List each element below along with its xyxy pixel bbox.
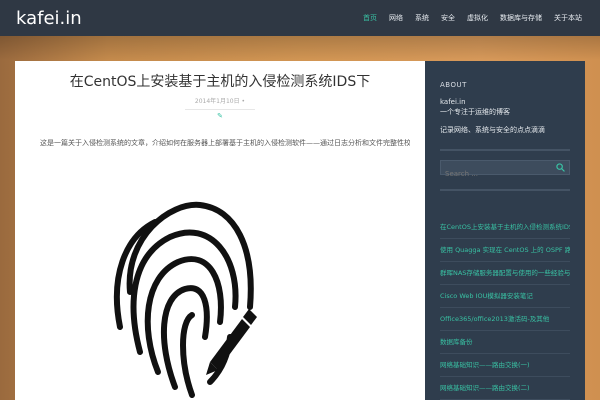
about-line: 记录网络、系统与安全的点点滴滴: [440, 126, 545, 134]
sidebar-divider: [440, 189, 570, 191]
nav-item-system[interactable]: 系统: [415, 13, 429, 23]
pencil-icon: ✎: [217, 112, 223, 120]
recent-post-link[interactable]: 网络基础知识——路由交换(二): [440, 377, 570, 400]
recent-post-link[interactable]: 使用 Quagga 实现在 CentOS 上的 OSPF 路由器: [440, 239, 570, 262]
nav-item-network[interactable]: 网络: [389, 13, 403, 23]
nav-item-home[interactable]: 首页: [363, 13, 377, 23]
recent-post-link[interactable]: 网络基础知识——路由交换(一): [440, 354, 570, 377]
top-navbar: kafei.in 首页 网络 系统 安全 虚拟化 数据库与存储 关于本站: [0, 0, 600, 36]
post-meta-date: 2014年1月10日 •: [194, 98, 246, 105]
post-title[interactable]: 在CentOS上安装基于主机的入侵检测系统IDS下: [15, 71, 425, 91]
meta-divider: [185, 109, 255, 110]
nav-item-database-storage[interactable]: 数据库与存储: [500, 13, 542, 23]
about-line: kafei.in: [440, 98, 466, 106]
post-excerpt: 这是一篇关于入侵检测系统的文章，介绍如何在服务器上部署基于主机的入侵检测软件——…: [40, 139, 410, 147]
nav-item-about[interactable]: 关于本站: [554, 13, 582, 23]
sidebar: ABOUT kafei.in 一个专注于运维的博客 记录网络、系统与安全的点点滴…: [425, 61, 585, 400]
nav-item-security[interactable]: 安全: [441, 13, 455, 23]
recent-post-link[interactable]: Cisco Web IOU模拟器安装笔记: [440, 285, 570, 308]
post-card: 在CentOS上安装基于主机的入侵检测系统IDS下 2014年1月10日 • ✎…: [15, 61, 425, 400]
site-brand[interactable]: kafei.in: [16, 8, 82, 29]
recent-post-link[interactable]: 群晖NAS存储服务器配置与使用的一些经验与心得分享: [440, 262, 570, 285]
recent-post-link[interactable]: 在CentOS上安装基于主机的入侵检测系统IDS下: [440, 216, 570, 239]
about-line: 一个专注于运维的博客: [440, 108, 510, 116]
recent-posts-list: 在CentOS上安装基于主机的入侵检测系统IDS下 使用 Quagga 实现在 …: [440, 216, 570, 400]
about-widget-title: ABOUT: [440, 81, 467, 89]
nav-item-virtualization[interactable]: 虚拟化: [467, 13, 488, 23]
recent-post-link[interactable]: Office365/office2013激活码-及其他: [440, 308, 570, 331]
main-nav: 首页 网络 系统 安全 虚拟化 数据库与存储 关于本站: [363, 13, 582, 23]
header-band: [0, 36, 600, 60]
search-icon[interactable]: [556, 163, 565, 172]
sidebar-divider: [440, 149, 570, 151]
fingerprint-pen-icon: [114, 201, 257, 398]
search-input[interactable]: [441, 167, 569, 181]
recent-post-link[interactable]: 数据库备份: [440, 331, 570, 354]
search-form: [440, 160, 570, 181]
